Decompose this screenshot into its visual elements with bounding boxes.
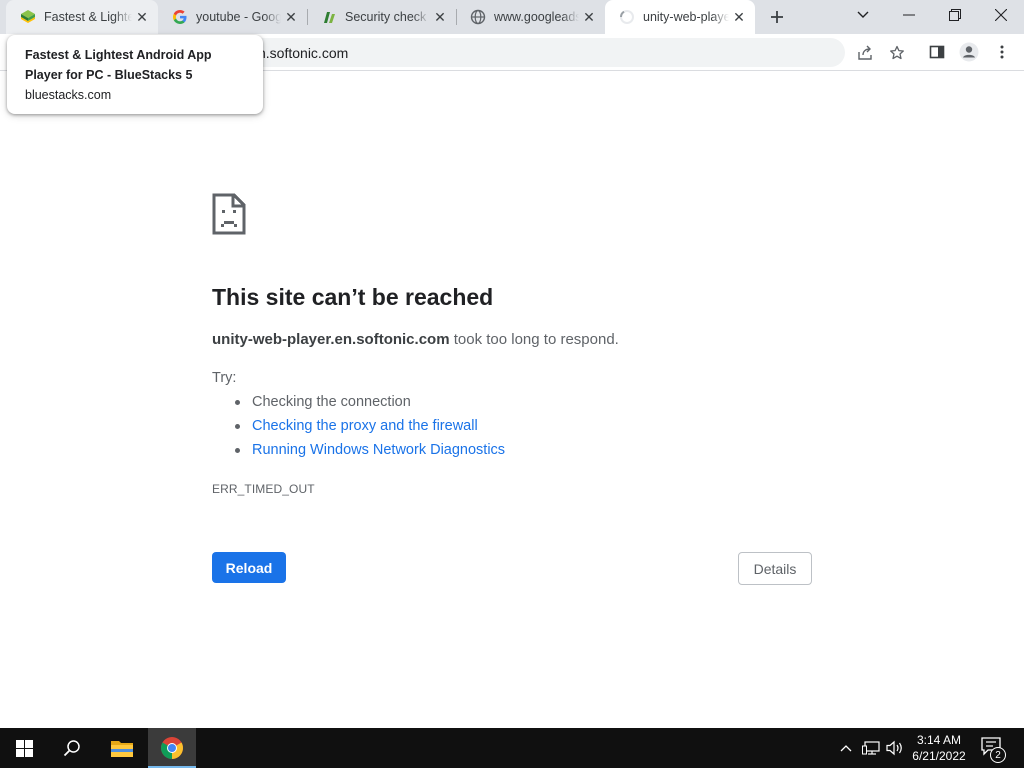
tab-title: Fastest & Lightest Android App Player fo… [44, 10, 132, 24]
taskbar-clock[interactable]: 3:14 AM 6/21/2022 [906, 732, 972, 764]
chevron-down-icon [857, 11, 869, 18]
error-host: unity-web-player.en.softonic.com [212, 331, 450, 348]
taskbar-search-button[interactable] [48, 728, 96, 768]
google-g-icon [172, 9, 188, 25]
plus-icon [771, 11, 783, 23]
hover-card-title: Fastest & Lightest Android App Player fo… [25, 48, 212, 82]
address-bar-url[interactable]: n.softonic.com [258, 45, 348, 61]
tab-security-check[interactable]: Security check ✕ [307, 0, 456, 34]
page-content: This site can’t be reached unity-web-pla… [0, 72, 1024, 728]
taskbar-file-explorer[interactable] [98, 728, 146, 768]
windows-taskbar: 3:14 AM 6/21/2022 2 [0, 728, 1024, 768]
profile-avatar-icon[interactable] [959, 42, 979, 62]
suggestion-network-diagnostics-link[interactable]: Running Windows Network Diagnostics [232, 442, 505, 466]
show-hidden-icons-chevron-icon[interactable] [836, 738, 856, 758]
suggestion-check-proxy-link[interactable]: Checking the proxy and the firewall [232, 418, 505, 442]
close-window-button[interactable] [978, 0, 1024, 30]
error-description: unity-web-player.en.softonic.com took to… [212, 331, 619, 348]
tab-title: unity-web-player.en.softonic.com [643, 10, 729, 24]
details-button[interactable]: Details [738, 552, 812, 585]
windows-logo-icon [15, 739, 33, 757]
close-tab-icon[interactable]: ✕ [430, 7, 450, 27]
tab-bluestacks[interactable]: Fastest & Lightest Android App Player fo… [6, 0, 158, 34]
tab-googleadservices[interactable]: www.googleadservices.com ✕ [456, 0, 605, 34]
sad-document-icon [212, 193, 246, 235]
hover-card-domain: bluestacks.com [25, 88, 112, 102]
security-check-icon [321, 9, 337, 25]
tab-search-button[interactable] [840, 0, 886, 30]
volume-icon[interactable] [885, 738, 905, 758]
loading-spinner-icon [619, 9, 635, 25]
close-tab-icon[interactable]: ✕ [729, 7, 749, 27]
network-icon[interactable] [861, 738, 881, 758]
tab-youtube-search[interactable]: youtube - Google Search ✕ [158, 0, 307, 34]
close-tab-icon[interactable]: ✕ [281, 7, 301, 27]
close-tab-icon[interactable]: ✕ [579, 7, 599, 27]
clock-time: 3:14 AM [916, 733, 962, 747]
minimize-icon [903, 14, 915, 16]
globe-icon [470, 9, 486, 25]
error-heading: This site can’t be reached [212, 284, 494, 310]
restore-icon [949, 9, 961, 21]
taskbar-chrome[interactable] [148, 728, 196, 768]
new-tab-button[interactable] [764, 5, 790, 29]
clock-date: 6/21/2022 [912, 749, 966, 763]
more-menu-icon[interactable] [992, 42, 1012, 62]
folder-icon [111, 741, 133, 757]
search-icon [63, 740, 80, 757]
restore-button[interactable] [932, 0, 978, 30]
side-panel-icon[interactable] [927, 42, 947, 62]
close-icon [995, 9, 1007, 21]
suggestions-list: Checking the connection Checking the pro… [232, 394, 505, 466]
tab-title: youtube - Google Search [196, 10, 281, 24]
error-code: ERR_TIMED_OUT [212, 482, 315, 496]
suggestion-check-connection: Checking the connection [232, 394, 505, 418]
reload-button[interactable]: Reload [212, 552, 286, 583]
bluestacks-icon [20, 9, 36, 25]
minimize-button[interactable] [886, 0, 932, 30]
bookmark-star-icon[interactable] [888, 44, 906, 62]
tab-hover-card: Fastest & Lightest Android App Player fo… [7, 35, 263, 114]
chrome-icon [161, 737, 183, 759]
tab-unity-web-player[interactable]: unity-web-player.en.softonic.com ✕ [605, 0, 755, 34]
start-button[interactable] [0, 728, 48, 768]
tab-title: www.googleadservices.com [494, 10, 579, 24]
error-desc-suffix: took too long to respond. [449, 331, 619, 348]
share-icon[interactable] [856, 44, 874, 62]
tab-title: Security check [345, 10, 427, 24]
try-label: Try: [212, 370, 237, 386]
tab-strip: Fastest & Lightest Android App Player fo… [0, 0, 1024, 34]
notification-count-badge: 2 [990, 747, 1006, 763]
close-tab-icon[interactable]: ✕ [132, 7, 152, 27]
